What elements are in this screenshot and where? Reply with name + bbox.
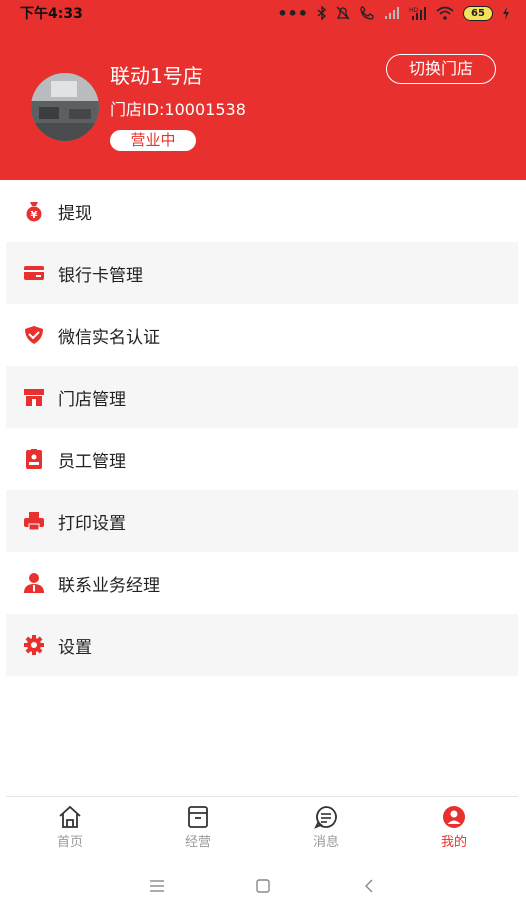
tab-mine[interactable]: 我的 (390, 797, 518, 858)
store-icon (23, 386, 45, 408)
back-icon[interactable] (360, 877, 378, 895)
store-photo (31, 73, 99, 141)
menu-item-label: 员工管理 (58, 451, 126, 472)
menu-item-label: 联系业务经理 (58, 575, 160, 596)
menu-item-store-manage[interactable]: 门店管理 (6, 366, 518, 428)
employee-badge-icon (23, 448, 45, 470)
profile-icon (443, 806, 465, 828)
menu-item-print-settings[interactable]: 打印设置 (6, 490, 518, 552)
bluetooth-icon (317, 6, 327, 20)
menu-item-settings[interactable]: 设置 (6, 614, 518, 676)
system-nav-bar (0, 858, 526, 913)
tab-business[interactable]: 经营 (134, 797, 262, 858)
tab-home[interactable]: 首页 (6, 797, 134, 858)
store-header: 下午4:33 ••• HD 65 联动1号店 门店ID:10001538 营业中… (0, 0, 526, 180)
menu-item-wechat-verify[interactable]: 微信实名认证 (6, 304, 518, 366)
alarm-off-icon (336, 6, 350, 20)
home-icon (59, 805, 81, 828)
bank-card-icon (23, 262, 45, 284)
tab-label: 消息 (312, 835, 339, 850)
message-icon (314, 806, 337, 829)
tab-messages[interactable]: 消息 (262, 797, 390, 858)
call-icon (360, 6, 374, 20)
shield-check-icon (23, 324, 45, 346)
tab-label: 经营 (184, 835, 211, 850)
status-icons: ••• HD 65 (277, 4, 510, 23)
bottom-tab-bar: 首页 经营 消息 我的 (6, 796, 518, 858)
status-time: 下午4:33 (20, 6, 83, 22)
menu-item-label: 设置 (58, 637, 92, 658)
settings-menu: ¥ 提现 银行卡管理 微信实名认证 门店管理 员工管理 打印设置 联系业务经理 … (6, 180, 518, 676)
menu-icon[interactable] (148, 877, 166, 895)
store-avatar[interactable] (31, 73, 99, 141)
business-status-badge: 营业中 (110, 130, 196, 151)
status-bar: 下午4:33 ••• HD 65 (0, 0, 526, 26)
box-icon (188, 806, 208, 828)
tab-label: 我的 (440, 835, 467, 850)
signal-2-icon: HD (409, 7, 426, 20)
person-icon (23, 572, 45, 594)
switch-store-button[interactable]: 切换门店 (386, 54, 496, 84)
menu-item-contact-manager[interactable]: 联系业务经理 (6, 552, 518, 614)
battery-indicator: 65 (463, 5, 493, 21)
signal-1-icon (385, 7, 399, 19)
menu-item-label: 门店管理 (58, 389, 126, 410)
menu-item-withdraw[interactable]: ¥ 提现 (6, 180, 518, 242)
store-name: 联动1号店 (110, 64, 203, 88)
svg-text:¥: ¥ (31, 210, 38, 221)
home-square-icon[interactable] (254, 877, 272, 895)
menu-item-label: 打印设置 (58, 513, 126, 534)
charging-icon (503, 6, 509, 20)
svg-text:HD: HD (409, 7, 419, 14)
tab-label: 首页 (56, 835, 83, 850)
money-bag-icon: ¥ (23, 200, 45, 222)
menu-item-employee-manage[interactable]: 员工管理 (6, 428, 518, 490)
printer-icon (23, 510, 45, 532)
menu-item-label: 提现 (58, 203, 92, 224)
store-id: 门店ID:10001538 (110, 100, 246, 119)
menu-item-label: 微信实名认证 (58, 327, 160, 348)
menu-item-label: 银行卡管理 (58, 265, 143, 286)
menu-item-bank-card[interactable]: 银行卡管理 (6, 242, 518, 304)
more-dots-icon: ••• (277, 3, 308, 23)
gear-icon (23, 634, 45, 656)
wifi-icon (436, 6, 454, 20)
